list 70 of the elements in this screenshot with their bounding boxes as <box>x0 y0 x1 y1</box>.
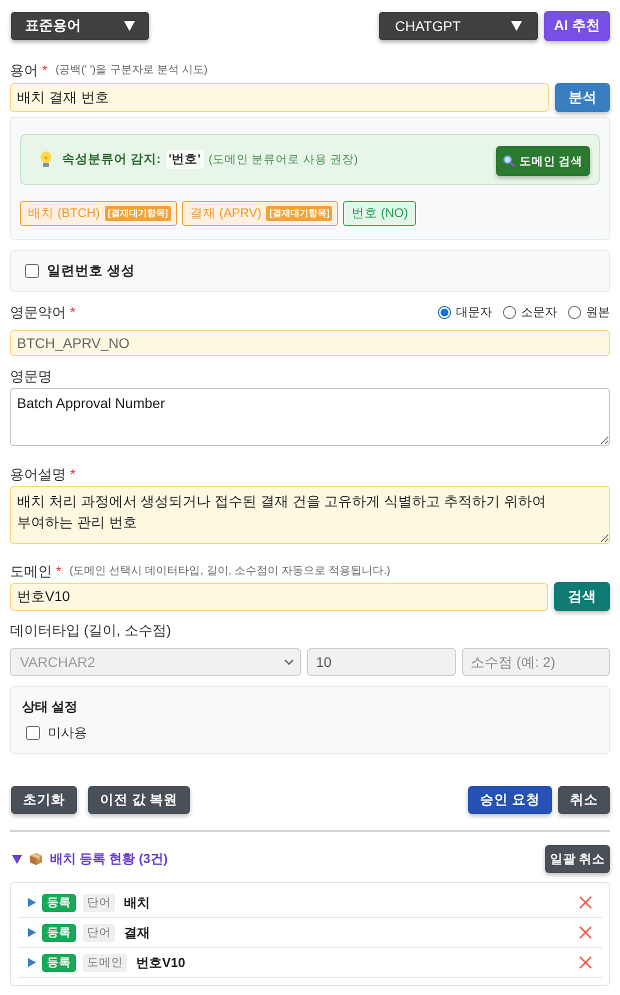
required-mark: * <box>42 62 48 78</box>
field-label: 용어설명 <box>10 466 66 482</box>
field-label: 도메인 <box>10 563 52 579</box>
item-name: 배치 <box>124 894 150 912</box>
search-icon <box>503 155 516 167</box>
collapse-icon[interactable] <box>12 854 22 864</box>
required-mark: * <box>56 563 62 579</box>
status-badge: 등록 <box>42 924 76 942</box>
ai-model-dropdown[interactable]: CHATGPT <box>379 12 538 40</box>
text-area[interactable]: 배치 처리 과정에서 생성되거나 접수된 결재 건을 고유하게 식별하고 추적하기 위하여 부여하는 관리 번호 <box>10 486 610 544</box>
radio-label: 소문자 <box>521 304 557 320</box>
checkbox-label: 미사용 <box>48 724 87 742</box>
chip-label: 번호 (NO) <box>351 205 408 222</box>
radio-button[interactable] <box>503 306 516 318</box>
field-label: 용어 <box>10 62 38 78</box>
item-name: 결재 <box>124 924 150 942</box>
input-field[interactable]: 번호V10 <box>10 583 548 611</box>
field-label: 영문약어 <box>10 304 66 320</box>
action-button[interactable]: 이전 값 복원 <box>88 786 190 814</box>
checkbox[interactable] <box>25 264 39 278</box>
expand-icon[interactable] <box>28 958 36 967</box>
item-name: 번호V10 <box>136 954 186 972</box>
chip-label: 결재 (APRV) <box>190 205 262 222</box>
type-tag: 단어 <box>83 924 116 942</box>
expand-icon[interactable] <box>28 898 36 907</box>
ai-recommend-button[interactable]: AI 추천 <box>544 11 610 41</box>
domain-search-button[interactable]: 도메인 검색 <box>496 146 590 176</box>
field-label: 데이터타입 (길이, 소수점) <box>10 622 171 638</box>
box-icon <box>29 852 43 866</box>
field-hint: (도메인 선택시 데이터타입, 길이, 소수점이 자동으로 적용됩니다.) <box>69 564 390 579</box>
radio-button[interactable] <box>568 306 581 318</box>
caret-icon <box>124 21 135 31</box>
search-button[interactable]: 검색 <box>554 582 610 611</box>
status-badge: 등록 <box>42 894 76 912</box>
pending-badge: [결재대기항목] <box>104 206 171 221</box>
radio-label: 원본 <box>586 304 610 320</box>
expand-icon[interactable] <box>28 928 36 937</box>
action-button[interactable]: 취소 <box>558 786 610 814</box>
type-tag: 도메인 <box>83 954 128 972</box>
lightbulb-icon <box>40 151 52 168</box>
radio-button[interactable] <box>438 306 451 318</box>
detection-note: (도메인 분류어로 사용 권장) <box>208 153 358 167</box>
required-mark: * <box>70 466 76 482</box>
radio-label: 대문자 <box>456 304 492 320</box>
close-icon[interactable] <box>579 896 592 909</box>
field-hint: (공백(' ')을 구분자로 분석 시도) <box>55 63 208 78</box>
required-mark: * <box>70 304 76 320</box>
status-badge: 등록 <box>42 954 76 972</box>
checkbox[interactable] <box>26 726 40 740</box>
panel-title: 상태 설정 <box>22 698 79 716</box>
detected-word: '번호' <box>166 150 204 169</box>
pending-badge: [결재대기항목] <box>266 206 332 221</box>
action-button[interactable]: 초기화 <box>11 786 77 814</box>
submit-button[interactable]: 승인 요청 <box>468 786 552 814</box>
input-field[interactable]: 배치 결재 번호 <box>10 83 549 112</box>
caret-icon <box>511 21 522 31</box>
section-title[interactable]: 배치 등록 현황 (3건) <box>50 850 168 868</box>
checkbox-label: 일련번호 생성 <box>47 262 135 280</box>
detection-label: 속성분류어 감지: <box>62 151 161 168</box>
text-area[interactable]: Batch Approval Number <box>10 388 610 446</box>
close-icon[interactable] <box>579 926 592 939</box>
term-type-dropdown[interactable]: 표준용어 <box>11 12 149 40</box>
field-label: 영문명 <box>10 368 52 384</box>
analyze-button[interactable]: 분석 <box>555 83 610 112</box>
input-field[interactable]: BTCH_APRV_NO <box>10 330 610 356</box>
chip-label: 배치 (BTCH) <box>28 205 100 222</box>
type-tag: 단어 <box>83 894 116 912</box>
close-icon[interactable] <box>579 956 592 969</box>
cancel-all-button[interactable]: 일괄 취소 <box>545 845 610 873</box>
chevron-icon <box>284 659 294 665</box>
